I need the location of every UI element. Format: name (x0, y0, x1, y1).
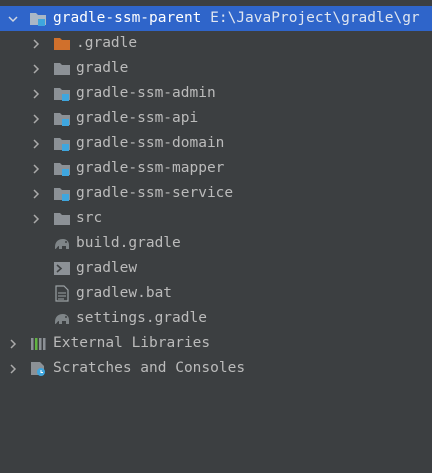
tree-item-label: gradle-ssm-domain (76, 135, 225, 151)
tree-item-label: .gradle (76, 35, 138, 51)
chevron-right-icon[interactable] (29, 106, 41, 131)
chevron-right-icon[interactable] (6, 356, 18, 381)
text-file-icon (53, 285, 71, 302)
module-folder-icon (53, 160, 71, 177)
tree-item-src[interactable]: src (0, 206, 432, 231)
tree-item-label: External Libraries (53, 335, 211, 351)
tree-item-label: settings.gradle (76, 310, 207, 326)
terminal-file-icon (53, 260, 71, 277)
tree-item-label: gradle-ssm-api (76, 110, 199, 126)
tree-item-dot-gradle[interactable]: .gradle (0, 31, 432, 56)
folder-icon (53, 60, 71, 77)
tree-item-label: gradle-ssm-admin (76, 85, 216, 101)
tree-item-settings-gradle[interactable]: settings.gradle (0, 306, 432, 331)
tree-item-label: gradle-ssm-service (76, 185, 234, 201)
tree-item-label: src (76, 210, 103, 226)
chevron-right-icon[interactable] (29, 181, 41, 206)
tree-item-gradle-ssm-mapper[interactable]: gradle-ssm-mapper (0, 156, 432, 181)
folder-orange-icon (53, 35, 71, 52)
module-folder-icon (53, 110, 71, 127)
tree-item-label: gradlew (76, 260, 138, 276)
tree-item-label: gradle (76, 60, 129, 76)
module-folder-icon (53, 85, 71, 102)
tree-item-gradle-ssm-api[interactable]: gradle-ssm-api (0, 106, 432, 131)
chevron-right-icon[interactable] (29, 131, 41, 156)
chevron-down-icon[interactable] (6, 6, 18, 31)
tree-item-gradlew[interactable]: gradlew (0, 256, 432, 281)
scratches-icon (29, 360, 47, 377)
gradle-elephant-icon (53, 310, 71, 327)
gradle-elephant-icon (53, 235, 71, 252)
chevron-right-icon[interactable] (29, 206, 41, 231)
root-project-path: E:\JavaProject\gradle\gr (210, 10, 420, 26)
chevron-right-icon[interactable] (29, 156, 41, 181)
tree-item-label: build.gradle (76, 235, 181, 251)
tree-item-build-gradle[interactable]: build.gradle (0, 231, 432, 256)
folder-icon (53, 210, 71, 227)
chevron-right-icon[interactable] (29, 31, 41, 56)
chevron-right-icon[interactable] (6, 331, 18, 356)
project-tree: gradle-ssm-parent E:\JavaProject\gradle\… (0, 6, 432, 381)
tree-item-label: gradlew.bat (76, 285, 173, 301)
chevron-right-icon[interactable] (29, 56, 41, 81)
tree-item-root[interactable]: gradle-ssm-parent E:\JavaProject\gradle\… (0, 6, 432, 31)
library-icon (29, 335, 47, 352)
tree-item-gradle[interactable]: gradle (0, 56, 432, 81)
tree-item-scratches[interactable]: Scratches and Consoles (0, 356, 432, 381)
tree-item-external-libraries[interactable]: External Libraries (0, 331, 432, 356)
tree-item-label: gradle-ssm-mapper (76, 160, 225, 176)
tree-item-label: Scratches and Consoles (53, 360, 246, 376)
chevron-right-icon[interactable] (29, 81, 41, 106)
tree-item-gradle-ssm-admin[interactable]: gradle-ssm-admin (0, 81, 432, 106)
module-folder-icon (53, 135, 71, 152)
module-folder-icon (53, 185, 71, 202)
tree-item-gradle-ssm-domain[interactable]: gradle-ssm-domain (0, 131, 432, 156)
tree-item-gradlew-bat[interactable]: gradlew.bat (0, 281, 432, 306)
root-project-name: gradle-ssm-parent (53, 10, 202, 26)
tree-item-gradle-ssm-service[interactable]: gradle-ssm-service (0, 181, 432, 206)
module-folder-icon (29, 10, 47, 27)
